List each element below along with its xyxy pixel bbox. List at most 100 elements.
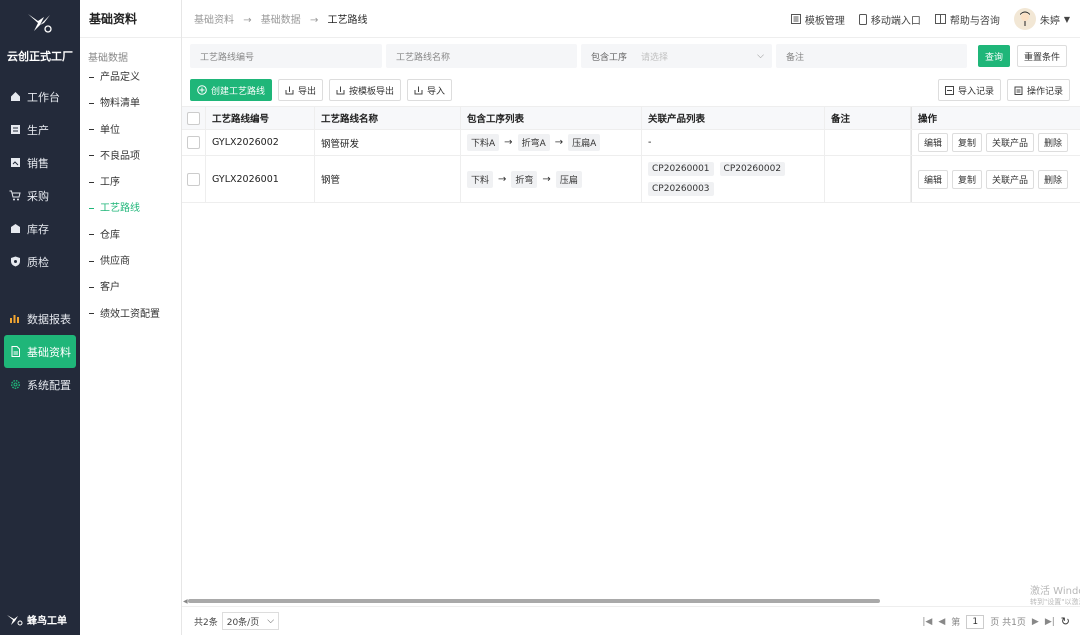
subnav-item-label: 产品定义 [100,72,140,83]
import-icon [414,86,423,94]
avatar [1013,8,1036,30]
help-link[interactable]: 帮助与咨询 [934,12,1000,27]
import-log-button[interactable]: 导入记录 [937,79,1001,101]
first-page-icon[interactable]: |◀ [922,617,932,627]
row-checkbox[interactable] [187,136,200,149]
top-header: 基础资料 → 基础数据 → 工艺路线 模板管理 移动端入口 帮助与咨询 朱婷 ▼ [182,0,1080,38]
column-header: 包含工序列表 [461,107,642,129]
page-suffix: 页 共1页 [990,618,1026,628]
copy-button[interactable]: 复制 [952,169,983,189]
caret-down-icon: ▼ [1063,14,1070,24]
export-button[interactable]: 导出 [278,79,324,101]
pagination: |◀ ◀ 第 1 页 共1页 ▶ ▶| ↻ [922,607,1070,635]
column-header: 操作 [911,107,1080,129]
export-icon [285,86,294,94]
delete-button[interactable]: 删除 [1038,133,1069,152]
brand-logo-icon [7,614,23,625]
scroll-left-icon[interactable]: ◀ [183,598,188,605]
edit-button[interactable]: 编辑 [918,133,949,152]
nav-item-cart[interactable]: 采购 [0,179,80,212]
subnav-item-label: 仓库 [100,229,120,241]
nav-item-shield[interactable]: 质检 [0,245,80,278]
subnav-item[interactable]: 单位 [80,118,181,144]
template-manage-link[interactable]: 模板管理 [790,12,845,27]
brand-name: 蜂鸟工单 [27,616,67,627]
process-list: 下料 → 折弯 → 压扁 [461,156,642,202]
edit-button[interactable]: 编辑 [918,169,949,189]
chevron-down-icon: ⌵ [267,616,275,626]
nav-item-warehouse[interactable]: 库存 [0,212,80,245]
subnav-item[interactable]: 物料清单 [80,91,181,117]
breadcrumb-current: 工艺路线 [327,15,368,26]
mobile-entry-link[interactable]: 移动端入口 [858,12,921,27]
page-input[interactable]: 1 [966,614,985,629]
copy-button[interactable]: 复制 [952,133,983,152]
delete-button[interactable]: 删除 [1038,169,1069,189]
subnav-item[interactable]: 仓库 [80,223,181,249]
import-button[interactable]: 导入 [407,79,453,101]
nav-item-production[interactable]: 生产 [0,113,80,146]
arrow-right-icon: → [309,15,319,26]
subnav-item[interactable]: 客户 [80,275,181,301]
product-tag[interactable]: CP20260001 [648,162,714,176]
template-icon [790,14,801,24]
page-size-select[interactable]: 20条/页 ⌵ [221,612,280,630]
link-product-button[interactable]: 关联产品 [986,133,1035,152]
nav-item-document[interactable]: 基础资料 [4,335,76,368]
nav-item-home[interactable]: 工作台 [0,80,80,113]
route-name-input[interactable]: 工艺路线名称 [386,44,577,68]
table-row: GYLX2026001 钢管 下料 → 折弯 → 压扁 CP20260001 CP2026000… [182,156,1080,203]
route-name: 钢管研发 [315,130,461,155]
user-menu[interactable]: 朱婷 ▼ [1013,8,1070,30]
nav-item-sales[interactable]: 销售 [0,146,80,179]
link-product-button[interactable]: 关联产品 [986,169,1035,189]
refresh-icon[interactable]: ↻ [1061,615,1070,628]
create-route-button[interactable]: 创建工艺路线 [190,79,273,101]
breadcrumb-item[interactable]: 基础数据 [261,15,301,26]
row-checkbox[interactable] [187,172,200,186]
subnav-item[interactable]: 供应商 [80,249,181,275]
column-header: 关联产品列表 [642,107,825,129]
table-toolbar: 创建工艺路线 导出 按模板导出 导入 导入记录 操作记录 [190,79,1070,101]
dash-icon [89,260,94,262]
route-code: GYLX2026002 [206,130,315,155]
hummingbird-logo-icon [28,14,52,33]
nav-item-label: 生产 [27,123,49,137]
nav-item-label: 库存 [27,222,49,236]
subnav-item[interactable]: 不良品项 [80,144,181,170]
nav-item-label: 系统配置 [27,378,71,392]
breadcrumb-item[interactable]: 基础资料 [194,15,234,26]
prev-page-icon[interactable]: ◀ [938,617,945,627]
product-tag[interactable]: CP20260003 [648,182,714,196]
select-all-checkbox[interactable] [187,111,200,125]
last-page-icon[interactable]: ▶| [1045,617,1055,627]
product-tag[interactable]: CP20260002 [719,162,786,176]
export-by-template-button[interactable]: 按模板导出 [329,79,402,101]
process-select[interactable]: 包含工序 请选择 ⌵ [581,44,772,68]
route-code-input[interactable]: 工艺路线编号 [190,44,382,68]
subnav-item[interactable]: 绩效工资配置 [80,302,181,328]
route-name: 钢管 [315,156,461,202]
subnav-item[interactable]: 工序 [80,170,181,196]
operation-log-button[interactable]: 操作记录 [1006,79,1070,101]
subnav-item[interactable]: 工艺路线 [80,196,181,222]
nav-item-gear[interactable]: 系统配置 [0,368,80,401]
sales-icon [9,157,21,169]
nav-item-label: 工作台 [27,90,60,104]
total-count: 共2条 [194,617,218,628]
subnav-item-label: 物料清单 [100,98,140,110]
query-button[interactable]: 查询 [978,45,1011,67]
nav-item-label: 数据报表 [27,312,71,326]
subnav-item-label: 工艺路线 [100,203,140,215]
gear-icon [9,379,21,391]
reset-button[interactable]: 重置条件 [1017,45,1068,67]
nav-item-bar-chart[interactable]: 数据报表 [0,302,80,335]
windows-activation-watermark: 激活 Windows 转到"设置"以激活 [1030,586,1080,606]
horizontal-scrollbar[interactable] [188,599,880,603]
next-page-icon[interactable]: ▶ [1032,617,1039,627]
remark-input[interactable]: 备注 [776,44,967,68]
process-tag: 下料A [467,134,500,151]
subnav-item[interactable]: 产品定义 [80,65,181,91]
subnav-group-label: 基础数据 [88,53,128,64]
dash-icon [89,286,94,288]
